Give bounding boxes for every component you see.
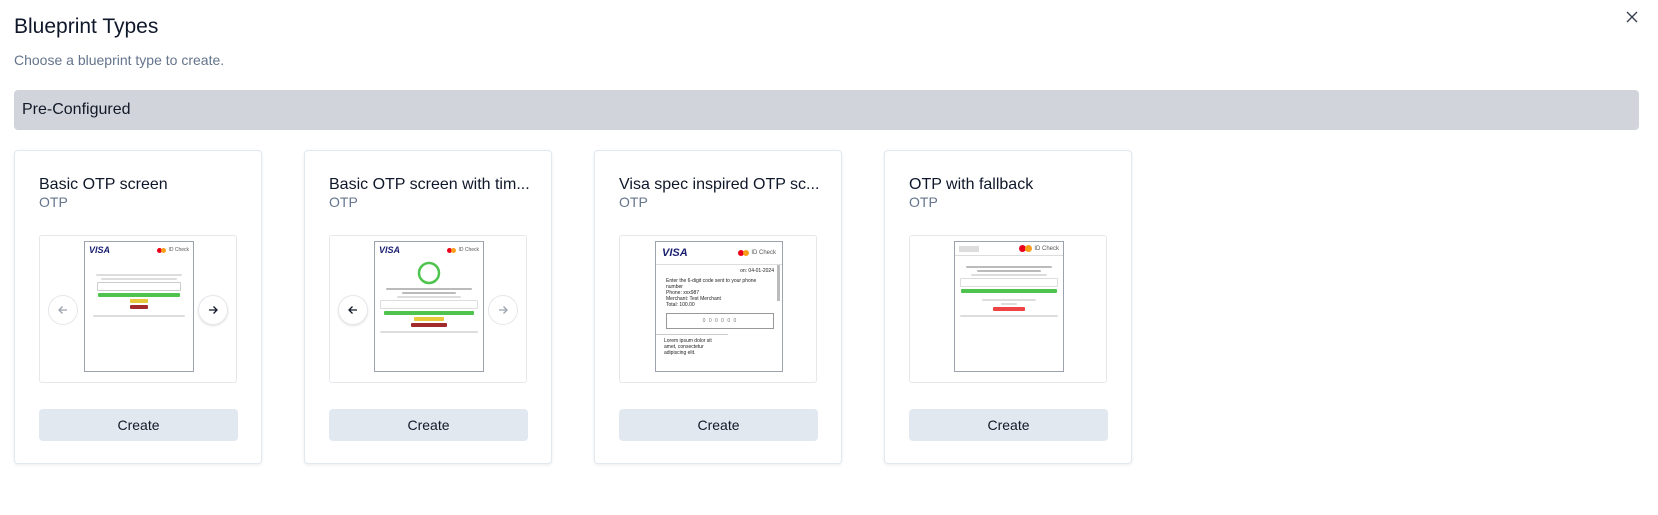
card-title: Basic OTP screen <box>39 176 168 193</box>
issuer-logo <box>959 245 979 252</box>
arrow-left-icon <box>348 306 357 314</box>
card-title: Visa spec inspired OTP sc... <box>619 176 820 193</box>
arrow-left-icon <box>58 306 67 314</box>
close-button[interactable] <box>1622 7 1642 27</box>
preview-carousel: VISA ID Check <box>39 235 237 383</box>
carousel-next-button[interactable] <box>198 295 228 325</box>
section-label: Pre-Configured <box>22 101 131 118</box>
card-category: OTP <box>909 194 938 210</box>
visa-logo: VISA <box>379 245 401 255</box>
preview-carousel: VISA ID Check <box>329 235 527 383</box>
otp-instructions: Enter the 6-digit code sent to your phon… <box>666 278 757 290</box>
id-check-logo: ID Check <box>738 250 776 256</box>
preview-carousel: VISA ID Check on: 04-01-2024 Enter the 6… <box>619 235 817 383</box>
blueprint-card-basic-otp-timer: Basic OTP screen with tim... OTP VISA ID… <box>304 150 552 464</box>
close-icon <box>1626 11 1638 23</box>
timer-ring <box>417 261 441 285</box>
blueprint-card-otp-fallback: OTP with fallback OTP ID Check Create <box>884 150 1132 464</box>
card-title: Basic OTP screen with tim... <box>329 176 530 193</box>
create-button[interactable]: Create <box>39 409 238 441</box>
dialog-title: Blueprint Types <box>14 15 159 38</box>
carousel-prev-button[interactable] <box>338 295 368 325</box>
id-check-logo: ID Check <box>157 247 189 253</box>
arrow-right-icon <box>499 306 508 314</box>
footer-text: Lorem ipsum dolor sit amet, consectetur … <box>656 334 728 359</box>
card-category: OTP <box>39 194 68 210</box>
visa-logo: VISA <box>662 247 688 259</box>
visa-logo: VISA <box>89 245 111 255</box>
arrow-right-icon <box>209 306 218 314</box>
transaction-date: on: 04-01-2024 <box>740 268 774 274</box>
carousel-next-button[interactable] <box>488 295 518 325</box>
card-category: OTP <box>329 194 358 210</box>
create-button[interactable]: Create <box>329 409 528 441</box>
preview-image: VISA ID Check on: 04-01-2024 Enter the 6… <box>655 241 783 372</box>
blueprint-card-visa-spec-otp: Visa spec inspired OTP sc... OTP VISA ID… <box>594 150 842 464</box>
preview-carousel: ID Check <box>909 235 1107 383</box>
otp-code-field: 0 0 0 0 0 0 <box>666 313 774 329</box>
carousel-prev-button[interactable] <box>48 295 78 325</box>
blueprint-card-basic-otp: Basic OTP screen OTP VISA ID Check Creat… <box>14 150 262 464</box>
total-line: Total: 100.00 <box>666 302 695 308</box>
id-check-logo: ID Check <box>1019 245 1059 252</box>
preview-image: VISA ID Check <box>374 241 484 372</box>
preview-image: ID Check <box>954 241 1064 372</box>
card-title: OTP with fallback <box>909 176 1034 193</box>
preview-image: VISA ID Check <box>84 241 194 372</box>
create-button[interactable]: Create <box>909 409 1108 441</box>
create-button[interactable]: Create <box>619 409 818 441</box>
section-header-pre-configured: Pre-Configured <box>14 90 1639 130</box>
card-category: OTP <box>619 194 648 210</box>
dialog-subtitle: Choose a blueprint type to create. <box>14 52 225 68</box>
id-check-logo: ID Check <box>447 247 479 253</box>
